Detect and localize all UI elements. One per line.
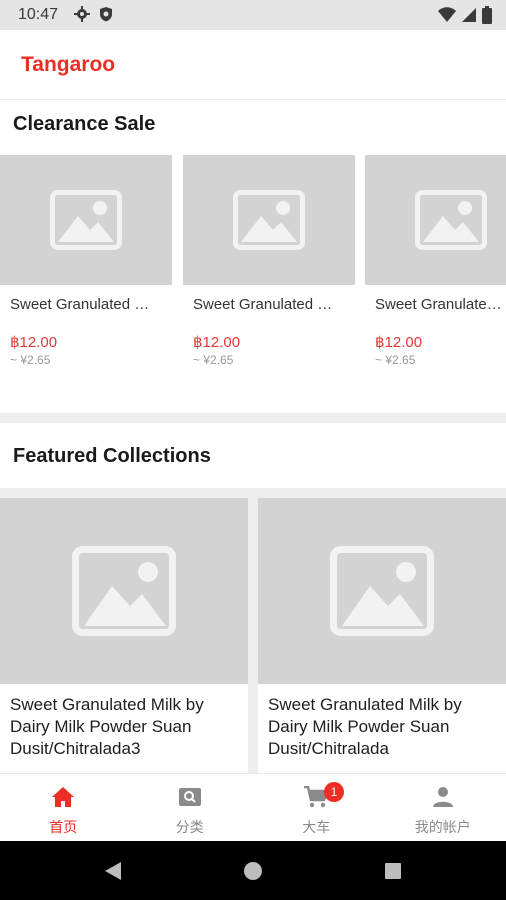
status-left-icons: [74, 6, 114, 27]
product-approx-price: ~ ¥2.65: [10, 353, 51, 367]
home-circle-icon[interactable]: [243, 861, 263, 886]
nav-tab-category[interactable]: 分类: [127, 774, 254, 841]
section-divider: [0, 488, 506, 498]
product-approx-price: ~ ¥2.65: [375, 353, 416, 367]
product-card[interactable]: Sweet Granulated Milk by Dairy Milk Powd…: [365, 155, 506, 395]
product-card[interactable]: Sweet Granulated Milk by Dairy Milk Powd…: [183, 155, 355, 395]
recents-icon[interactable]: [383, 861, 403, 886]
product-image-placeholder: [183, 155, 355, 285]
app-header: Tangaroo: [0, 30, 506, 100]
image-placeholder-icon: [50, 190, 122, 255]
product-name: Sweet Granulated Milk by Dairy Milk Powd…: [10, 296, 160, 313]
account-icon: [431, 786, 455, 813]
product-name: Sweet Granulated Milk by Dairy Milk Powd…: [375, 296, 506, 313]
nav-label: 分类: [175, 819, 204, 835]
collection-name: Sweet Granulated Milk by Dairy Milk Powd…: [268, 695, 462, 758]
card-gutter: [248, 498, 258, 773]
collection-image-placeholder: [0, 498, 248, 684]
product-image-placeholder: [365, 155, 506, 285]
product-card[interactable]: Sweet Granulated Milk by Dairy Milk Powd…: [0, 155, 172, 395]
back-icon[interactable]: [103, 861, 123, 886]
image-placeholder-icon: [72, 546, 176, 641]
product-price: ฿12.00: [193, 334, 241, 351]
product-price: ฿12.00: [10, 334, 58, 351]
signal-icon: [462, 7, 476, 28]
image-placeholder-icon: [415, 190, 487, 255]
gear-icon: [74, 6, 90, 27]
collection-card[interactable]: Sweet Granulated Milk by Dairy Milk Powd…: [258, 498, 506, 773]
product-name: Sweet Granulated Milk by Dairy Milk Powd…: [193, 296, 343, 313]
nav-label: 大车: [302, 819, 331, 835]
nav-tab-account[interactable]: 我的帐户: [380, 774, 506, 841]
home-icon: [51, 786, 75, 813]
collection-card[interactable]: Sweet Granulated Milk by Dairy Milk Powd…: [0, 498, 248, 773]
product-price: ฿12.00: [375, 334, 423, 351]
status-right-icons: [438, 6, 492, 29]
collection-image-placeholder: [258, 498, 506, 684]
status-bar: 10:47: [0, 0, 506, 30]
featured-section-title: Featured Collections: [13, 445, 211, 467]
section-divider: [0, 413, 506, 423]
cart-badge: 1: [324, 782, 344, 802]
clearance-section-title: Clearance Sale: [13, 113, 156, 135]
status-time: 10:47: [18, 6, 59, 23]
bottom-navigation: 首页 分类 1 大车 我的帐户: [0, 773, 506, 841]
image-placeholder-icon: [233, 190, 305, 255]
nav-tab-home[interactable]: 首页: [0, 774, 127, 841]
nav-label: 首页: [49, 819, 78, 835]
clearance-carousel[interactable]: Sweet Granulated Milk by Dairy Milk Powd…: [0, 155, 506, 395]
product-image-placeholder: [0, 155, 172, 285]
search-category-icon: [178, 786, 202, 813]
system-navigation-bar: [0, 841, 506, 900]
nav-label: 我的帐户: [414, 819, 471, 835]
brand-title[interactable]: Tangaroo: [21, 53, 115, 77]
image-placeholder-icon: [330, 546, 434, 641]
product-approx-price: ~ ¥2.65: [193, 353, 234, 367]
shield-icon: [98, 6, 114, 27]
battery-icon: [482, 6, 492, 29]
wifi-icon: [438, 7, 456, 28]
collection-name: Sweet Granulated Milk by Dairy Milk Powd…: [10, 695, 204, 758]
nav-tab-cart[interactable]: 1 大车: [253, 774, 380, 841]
